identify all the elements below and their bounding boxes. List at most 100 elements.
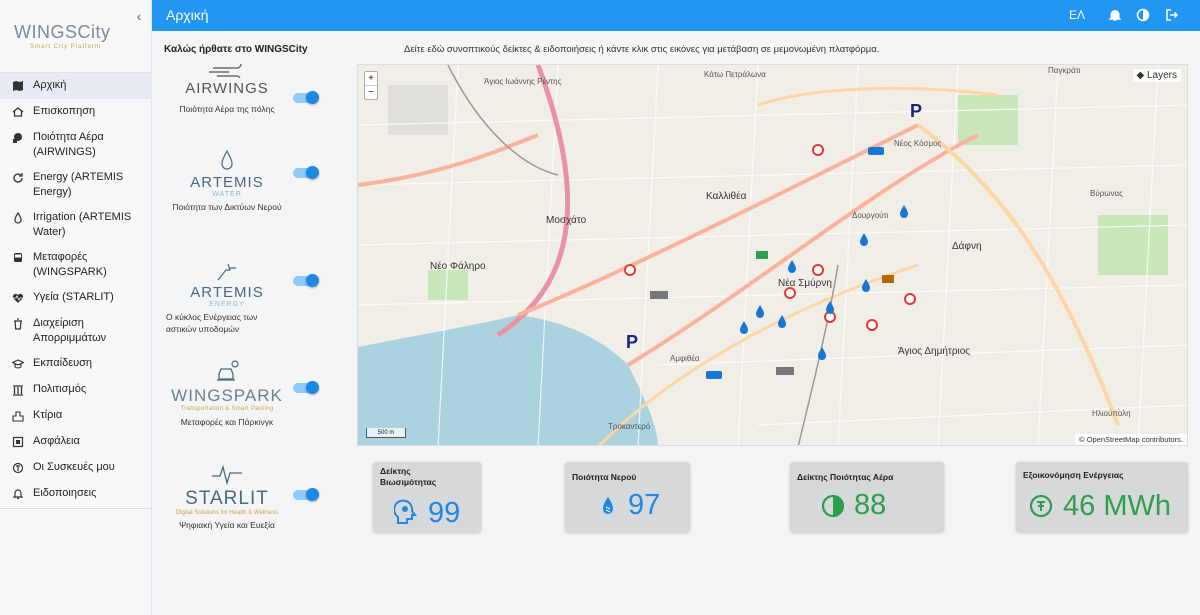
- graduation-icon: [11, 357, 25, 371]
- kpi-title: Ποιότητα Νερού: [572, 472, 637, 482]
- kpi-title: Δείκτης Βιωσιμότητας: [380, 466, 437, 487]
- sidebar-item-notifications[interactable]: Ειδοποιησεις: [0, 481, 152, 507]
- kpi-card-sustainability[interactable]: Δείκτης Βιωσιμότητας 99: [373, 462, 481, 532]
- sidebar-divider: [0, 508, 152, 509]
- kpi-card-water-quality[interactable]: Ποιότητα Νερού 97: [565, 462, 690, 532]
- air-icon: [11, 131, 25, 145]
- bus-icon: [11, 251, 25, 265]
- columns-icon: [11, 383, 25, 397]
- sidebar-item-security[interactable]: Ασφάλεια: [0, 429, 152, 455]
- platform-wingspark[interactable]: WINGSPARK Transportation & Smart Parking…: [164, 358, 290, 428]
- platform-artemis-water[interactable]: ARTEMIS WATER Ποιότητα των Δικτύων Νερού: [164, 150, 290, 213]
- sidebar-item-label: Μεταφορές (WINGSPARK): [33, 251, 107, 278]
- sidebar-item-health[interactable]: Υγεία (STARLIT): [0, 285, 152, 311]
- sidebar-item-education[interactable]: Εκπαίδευση: [0, 351, 152, 377]
- sidebar-item-airwings[interactable]: Ποιότητα Αέρα (AIRWINGS): [0, 125, 152, 165]
- sidebar-item-label: Εκπαίδευση: [33, 357, 93, 369]
- platform-airwings[interactable]: AIRWINGS Ποιότητα Αέρα της πόλης: [164, 64, 290, 115]
- map-place-label: Αμφιθέα: [670, 354, 700, 363]
- sidebar-item-my-devices[interactable]: Οι Συσκευές μου: [0, 455, 152, 481]
- platform-caption: Ο κύκλος Ενέργειας των αστικών υποδομών: [166, 312, 258, 334]
- energy-icon: [1029, 494, 1053, 520]
- sidebar-item-home[interactable]: Αρχική: [0, 73, 152, 99]
- bell-icon: [11, 487, 25, 501]
- map-place-label: Τροκαντερό: [608, 422, 651, 431]
- language-selector[interactable]: ΕΛ: [1069, 8, 1085, 22]
- sidebar-item-label: Αρχική: [33, 79, 67, 91]
- trash-icon: [11, 317, 25, 331]
- head-icon: [393, 499, 418, 525]
- map-attribution[interactable]: © OpenStreetMap contributors.: [1075, 434, 1187, 445]
- map-place-label: Νέα Σμύρνη: [778, 278, 832, 289]
- map-scale: 500 m: [366, 428, 406, 438]
- layers-button[interactable]: ◆ Layers: [1132, 69, 1181, 82]
- toggle-artemis-water[interactable]: [293, 166, 319, 179]
- sidebar-item-label: Ασφάλεια: [33, 435, 80, 447]
- sidebar-item-label: Υγεία (STARLIT): [33, 291, 114, 303]
- platform-name: WINGSPARK: [171, 386, 283, 405]
- platform-name: STARLIT: [185, 488, 269, 509]
- platform-subtitle: WATER: [212, 191, 242, 198]
- sidebar-item-overview[interactable]: Επισκοπηση: [0, 99, 152, 125]
- platform-subtitle: ENERGY: [209, 301, 245, 308]
- platform-caption: Ψηφιακή Υγεία και Ευεξία: [179, 520, 275, 530]
- platform-caption: Ποιότητα των Δικτύων Νερού: [172, 202, 282, 212]
- map-place-label: Καλλιθέα: [706, 191, 747, 202]
- sidebar-item-buildings[interactable]: Κτίρια: [0, 403, 152, 429]
- sidebar: ‹ WINGSCity Smart City Platform Αρχική Ε…: [0, 0, 152, 615]
- contrast-icon: [821, 494, 845, 520]
- zoom-control: + −: [364, 71, 378, 100]
- kpi-value: 97: [628, 489, 661, 521]
- map-place-label: Άγιος Ιωάννης Ρέντης: [484, 77, 562, 86]
- platform-name: ARTEMIS: [190, 284, 264, 301]
- map-place-label: Μοσχάτο: [546, 215, 587, 226]
- shield-icon: [11, 435, 25, 449]
- kpi-card-air-quality[interactable]: Δείκτης Ποιότητας Αέρα 88: [790, 462, 944, 532]
- sidebar-item-waste[interactable]: Διαχείριση Απορριμμάτων: [0, 311, 152, 351]
- layers-label: Layers: [1146, 70, 1177, 81]
- page-title: Αρχική: [166, 7, 209, 23]
- kpi-card-energy-savings[interactable]: Εξοικονόμηση Ενέργειας 46 MWh: [1016, 462, 1188, 532]
- kpi-title: Εξοικονόμηση Ενέργειας: [1023, 470, 1124, 480]
- bell-icon[interactable]: [1108, 8, 1122, 22]
- kpi-title: Δείκτης Ποιότητας Αέρα: [797, 472, 894, 482]
- city-map[interactable]: P P Άγιος Ιωάννης Ρέντης Μοσχάτο Καλλιθέ…: [357, 64, 1188, 446]
- map-place-label: Δάφνη: [952, 241, 982, 252]
- sidebar-item-label: Ειδοποιησεις: [33, 487, 97, 499]
- platform-caption: Μεταφορές και Πάρκινγκ: [180, 417, 274, 427]
- map-place-label: Νέο Φάληρο: [430, 261, 486, 272]
- toggle-starlit[interactable]: [293, 488, 319, 501]
- map-place-label: Κάτω Πετράλωνα: [704, 70, 766, 79]
- map-place-label: Ηλιούπολη: [1092, 409, 1131, 418]
- logo-text: WINGSCity: [14, 22, 111, 42]
- toggle-artemis-energy[interactable]: [293, 274, 319, 287]
- city-icon: [11, 409, 25, 423]
- car-location-icon: [217, 360, 239, 381]
- map-place-label: Παγκράτι: [1048, 66, 1081, 75]
- toggle-airwings[interactable]: [293, 91, 319, 104]
- map-place-label: Βύρωνας: [1090, 189, 1123, 198]
- zoom-out-button[interactable]: −: [365, 86, 377, 99]
- sidebar-item-label: Διαχείριση Απορριμμάτων: [33, 317, 107, 344]
- toggle-wingspark[interactable]: [293, 381, 319, 394]
- collapse-sidebar-icon[interactable]: ‹: [132, 8, 146, 24]
- sidebar-item-energy[interactable]: Energy (ARTEMIS Energy): [0, 165, 152, 205]
- sidebar-item-label: Πολιτισμός: [33, 383, 87, 395]
- kpi-value: 99: [428, 497, 461, 529]
- map-place-label: Νέος Κόσμος: [894, 139, 942, 148]
- theme-toggle-icon[interactable]: [1136, 8, 1150, 22]
- cloud-wind-icon: [209, 64, 242, 78]
- logout-icon[interactable]: [1165, 8, 1179, 22]
- sidebar-item-transport[interactable]: Μεταφορές (WINGSPARK): [0, 245, 152, 285]
- platform-starlit[interactable]: STARLIT Digital Solutions for Health & W…: [164, 462, 290, 531]
- zoom-in-button[interactable]: +: [365, 72, 377, 86]
- logo-subtitle: Smart City Platform: [30, 44, 102, 50]
- map-icon: [11, 79, 25, 93]
- sidebar-item-culture[interactable]: Πολιτισμός: [0, 377, 152, 403]
- platform-artemis-energy[interactable]: ARTEMIS ENERGY Ο κύκλος Ενέργειας των ασ…: [164, 262, 290, 335]
- kpi-value: 88: [854, 489, 887, 521]
- heartbeat-icon: [11, 291, 25, 305]
- sidebar-item-label: Ποιότητα Αέρα (AIRWINGS): [33, 131, 104, 158]
- sidebar-item-irrigation[interactable]: Irrigation (ARTEMIS Water): [0, 205, 152, 245]
- sidebar-item-label: Irrigation (ARTEMIS Water): [33, 211, 132, 238]
